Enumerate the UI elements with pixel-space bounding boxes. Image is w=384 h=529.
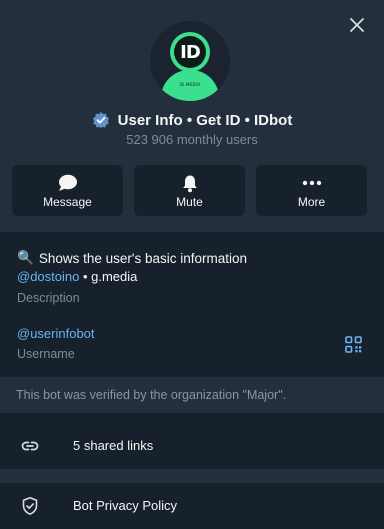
close-button[interactable] [346,14,368,36]
more-icon [302,180,321,186]
profile-header: ID ID.MEDIA User Info • Get ID • IDbot 5… [0,0,384,232]
section-divider [0,469,384,483]
shared-links-row[interactable]: 5 shared links [0,423,384,469]
message-label: Message [43,195,92,209]
link-icon [21,441,39,451]
verification-text: This bot was verified by the organizatio… [16,388,287,402]
profile-name: User Info • Get ID • IDbot [117,111,293,129]
qr-code-icon[interactable] [345,336,362,353]
info-section: 🔍 Shows the user's basic information @do… [0,232,384,377]
shield-icon [22,497,38,515]
verified-badge-icon [92,112,109,128]
mute-label: Mute [176,195,203,209]
avatar-logo-text: ID [174,36,206,68]
magnifier-emoji-icon: 🔍 [17,250,34,265]
avatar-tag: ID.MEDIA [179,82,201,87]
more-label: More [297,195,326,209]
more-button[interactable]: More [256,165,367,216]
bio: 🔍 Shows the user's basic information [17,250,247,266]
action-buttons: Message Mute More [12,165,370,216]
name-row: User Info • Get ID • IDbot [0,109,384,131]
description-label: Description [17,291,80,305]
privacy-policy-label: Bot Privacy Policy [73,498,178,513]
user-profile-panel: ID ID.MEDIA User Info • Get ID • IDbot 5… [0,0,384,529]
mute-button[interactable]: Mute [134,165,245,216]
close-icon [350,18,364,32]
username-label: Username [17,347,75,361]
monthly-users: 523 906 monthly users [126,132,258,147]
verification-note: This bot was verified by the organizatio… [0,377,384,413]
bell-icon [182,175,197,192]
bio-links: @dostoino • g.media [17,269,137,284]
privacy-policy-row[interactable]: Bot Privacy Policy [0,483,384,529]
message-icon [58,174,77,191]
message-button[interactable]: Message [12,165,123,216]
shared-links-label: 5 shared links [73,438,154,453]
username-link[interactable]: @userinfobot [17,326,95,341]
bio-text: Shows the user's basic information [38,250,247,266]
mention-link[interactable]: @dostoino [17,269,79,284]
bio-separator: • [79,269,92,284]
media-text: g.media [91,269,138,284]
avatar[interactable]: ID ID.MEDIA [150,21,230,101]
